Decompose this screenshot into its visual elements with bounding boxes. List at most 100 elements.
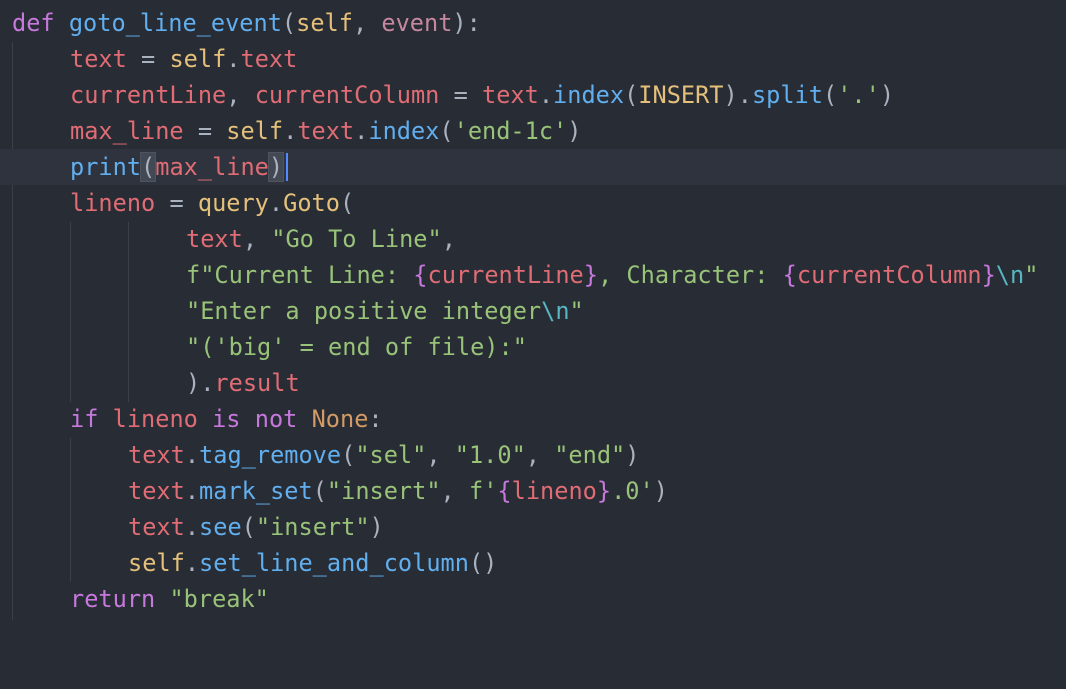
function-call-token: print [70,153,142,181]
punctuation-token: , [426,441,455,469]
code-editor[interactable]: def goto_line_event(self, event): text =… [0,0,1066,624]
variable-token: currentColumn [796,261,982,289]
code-line[interactable]: return "break" [0,581,1066,617]
code-line[interactable]: text.mark_set("insert", f'{lineno}.0') [0,473,1066,509]
punctuation-token: ( [341,441,356,469]
string-token: .0' [611,477,654,505]
code-line[interactable]: lineno = query.Goto( [0,185,1066,221]
string-token: 'end-1c' [453,117,568,145]
self-token: self [169,45,227,73]
current-line-highlight[interactable]: print(max_line) [0,149,1066,185]
code-line[interactable]: def goto_line_event(self, event): [0,5,1066,41]
code-line[interactable]: "('big' = end of file):" [0,329,1066,365]
code-line[interactable]: if lineno is not None: [0,401,1066,437]
punctuation-token: . [184,549,200,577]
string-token: "end" [554,441,626,469]
punctuation-token: ( [624,81,639,109]
string-prefix-token: f [186,261,201,289]
punctuation-token: ). [186,369,215,397]
keyword-token: def [12,9,55,37]
parameter-token: event [381,9,453,37]
string-token: "insert" [326,477,441,505]
method-token: set_line_and_column [199,549,469,577]
punctuation-token: , [226,81,255,109]
attribute-token: result [214,369,300,397]
escape-sequence-token: \n [541,297,570,325]
matching-bracket: ) [267,152,285,182]
code-line[interactable]: self.set_line_and_column() [0,545,1066,581]
code-line[interactable]: "Enter a positive integer\n" [0,293,1066,329]
string-token: "insert" [255,513,370,541]
punctuation-token: , [242,225,272,253]
variable-token: max_line [155,153,269,181]
method-token: mark_set [199,477,313,505]
operator-token: = [126,45,170,73]
method-token: index [368,117,440,145]
code-line[interactable]: text, "Go To Line", [0,221,1066,257]
method-token: split [751,81,823,109]
variable-token: text [128,477,185,505]
variable-token: text [70,45,127,73]
interpolation-brace: } [981,261,996,289]
interpolation-brace: { [782,261,797,289]
function-name-token: goto_line_event [68,9,282,37]
punctuation-token: ( [241,513,256,541]
text-cursor [286,153,288,181]
keyword-token: if [70,405,99,433]
variable-token: lineno [112,405,198,433]
method-token: see [199,513,242,541]
variable-token: currentColumn [254,81,440,109]
variable-token: lineno [70,189,156,217]
keyword-token: is [212,405,241,433]
string-token: " [569,297,584,325]
code-line[interactable]: text = self.text [0,41,1066,77]
variable-token: max_line [70,117,184,145]
punctuation-token: ) [369,513,384,541]
interpolation-brace: { [413,261,428,289]
punctuation-token: . [354,117,369,145]
method-token: tag_remove [199,441,342,469]
code-line[interactable]: f"Current Line: {currentLine}, Character… [0,257,1066,293]
string-token: "Current Line: [200,261,414,289]
string-token: "Enter a positive integer [186,297,542,325]
escape-sequence-token: \n [995,261,1025,289]
punctuation-token: ( [439,117,454,145]
self-token: self [226,117,284,145]
keyword-token: not [254,405,298,433]
code-line[interactable]: currentLine, currentColumn = text.index(… [0,77,1066,113]
interpolation-brace: { [497,477,512,505]
interpolation-brace: } [583,261,598,289]
punctuation-token: . [184,513,200,541]
punctuation-token: ): [452,9,481,37]
operator-token: = [439,81,482,109]
code-line[interactable]: text.see("insert") [0,509,1066,545]
punctuation-token: . [184,477,200,505]
punctuation-token: ( [339,189,355,217]
constant-token: INSERT [638,81,724,109]
string-token: , Character: [598,261,783,289]
string-token: "1.0" [454,441,526,469]
punctuation-token: ( [312,477,327,505]
code-line[interactable]: ).result [0,365,1066,401]
punctuation-token: . [268,189,284,217]
variable-token: lineno [511,477,597,505]
punctuation-token: . [226,45,241,73]
string-token: " [1024,261,1039,289]
punctuation-token: ) [625,441,640,469]
string-token: "sel" [355,441,427,469]
method-token: index [553,81,625,109]
code-line[interactable]: max_line = self.text.index('end-1c') [0,113,1066,149]
self-token: self [296,9,353,37]
string-token: '.' [837,81,880,109]
punctuation-token: ) [567,117,582,145]
punctuation-token: , [525,441,555,469]
variable-token: currentLine [70,81,227,109]
punctuation-token: , [352,9,382,37]
punctuation-token: ( [281,9,297,37]
punctuation-token: , [440,477,469,505]
code-line[interactable]: text.tag_remove("sel", "1.0", "end") [0,437,1066,473]
